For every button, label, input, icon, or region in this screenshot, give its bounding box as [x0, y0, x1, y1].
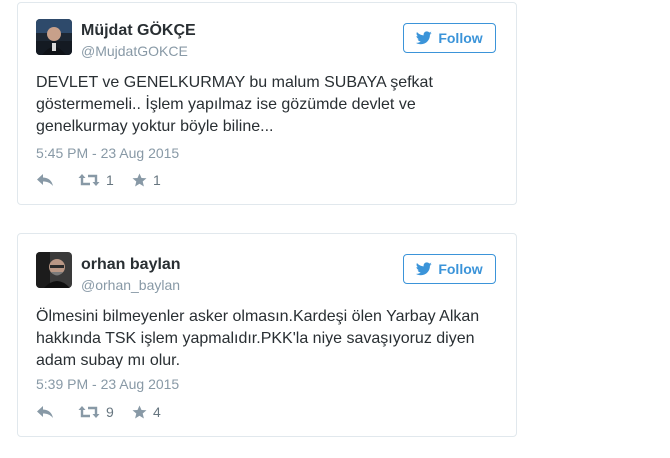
twitter-bird-icon — [416, 31, 433, 45]
display-name[interactable]: Müjdat GÖKÇE — [81, 22, 196, 40]
tweet-card: orhan baylan @orhan_baylan Follow Ölmesi… — [17, 233, 517, 437]
tweet-text: Ölmesini bilmeyenler asker olmasın.Karde… — [36, 306, 496, 372]
tweet-text-line: Ölmesini bilmeyenler asker olmasın.Karde… — [36, 308, 480, 325]
follow-button[interactable]: Follow — [403, 254, 496, 284]
favorite-button[interactable]: 1 — [132, 172, 172, 188]
tweet-actions: 9 4 — [36, 402, 172, 422]
retweet-icon — [78, 174, 100, 186]
reply-button[interactable] — [36, 173, 78, 187]
reply-icon — [37, 406, 53, 418]
screen-name[interactable]: @MujdatGOKCE — [81, 43, 188, 59]
follow-label: Follow — [438, 30, 483, 46]
favorite-button[interactable]: 4 — [132, 404, 172, 420]
retweet-count: 9 — [106, 404, 114, 420]
retweet-count: 1 — [106, 172, 114, 188]
tweet-text-line: adam subay mı olur. — [36, 352, 181, 369]
avatar[interactable] — [36, 19, 72, 55]
follow-button[interactable]: Follow — [403, 23, 496, 53]
retweet-button[interactable]: 9 — [78, 404, 132, 420]
avatar[interactable] — [36, 252, 72, 288]
star-icon — [132, 405, 147, 419]
reply-button[interactable] — [36, 405, 78, 419]
tweet-actions: 1 1 — [36, 170, 172, 190]
reply-icon — [37, 174, 53, 186]
follow-label: Follow — [438, 261, 483, 277]
favorite-count: 1 — [153, 172, 161, 188]
screen-name[interactable]: @orhan_baylan — [81, 277, 180, 293]
avatar-image — [36, 252, 72, 288]
tweet-text-line: göstermemeli.. İşlem yapılmaz ise gözümd… — [36, 96, 416, 113]
display-name[interactable]: orhan baylan — [81, 256, 181, 274]
retweet-icon — [78, 406, 100, 418]
favorite-count: 4 — [153, 404, 161, 420]
timestamp[interactable]: 5:39 PM - 23 Aug 2015 — [36, 376, 179, 392]
tweet-card: Müjdat GÖKÇE @MujdatGOKCE Follow DEVLET … — [17, 2, 517, 205]
timestamp[interactable]: 5:45 PM - 23 Aug 2015 — [36, 145, 179, 161]
tweet-text-line: hakkında TSK işlem yapmalıdır.PKK'la niy… — [36, 330, 475, 347]
tweet-text-line: genelkurmay yoktur böyle biline... — [36, 118, 274, 135]
avatar-image — [36, 19, 72, 55]
tweet-text: DEVLET ve GENELKURMAY bu malum SUBAYA şe… — [36, 72, 496, 138]
star-icon — [132, 173, 147, 187]
twitter-bird-icon — [416, 262, 433, 276]
retweet-button[interactable]: 1 — [78, 172, 132, 188]
page: Müjdat GÖKÇE @MujdatGOKCE Follow DEVLET … — [0, 0, 670, 458]
tweet-text-line: DEVLET ve GENELKURMAY bu malum SUBAYA şe… — [36, 74, 433, 91]
